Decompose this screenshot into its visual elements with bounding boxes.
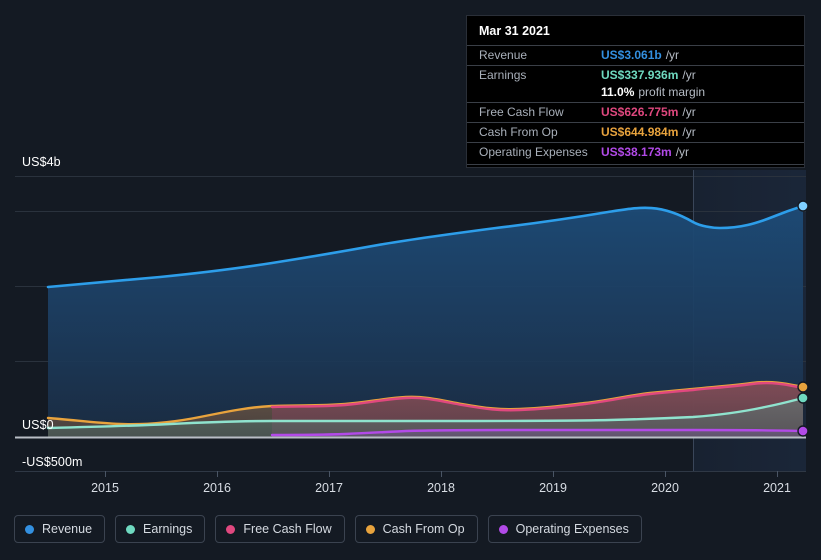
earnings-color-dot-icon <box>126 524 136 534</box>
free-cash-flow-color-dot-icon <box>226 524 236 534</box>
chart-tooltip: Mar 31 2021 Revenue US$3.061b /yr Earnin… <box>466 15 805 168</box>
operating-expenses-color-dot-icon <box>498 524 508 534</box>
legend-item-cash-from-op[interactable]: Cash From Op <box>354 515 478 543</box>
revenue-endpoint-marker <box>797 200 809 212</box>
legend-item-free-cash-flow[interactable]: Free Cash Flow <box>215 515 345 543</box>
legend-label-cash-from-op: Cash From Op <box>382 522 465 536</box>
x-tick-label-2020: 2020 <box>651 481 679 495</box>
tooltip-row-operating-expenses: Operating Expenses US$38.173m /yr <box>467 142 804 162</box>
tooltip-unit-revenue: /yr <box>665 48 680 62</box>
operating-expenses-endpoint-marker <box>797 425 809 437</box>
x-tick-label-2018: 2018 <box>427 481 455 495</box>
legend-label-operating-expenses: Operating Expenses <box>515 522 629 536</box>
revenue-color-dot-icon <box>25 524 34 534</box>
tooltip-label-free-cash-flow: Free Cash Flow <box>479 105 564 119</box>
legend-item-operating-expenses[interactable]: Operating Expenses <box>487 515 642 543</box>
tooltip-label-earnings: Earnings <box>479 68 527 82</box>
tooltip-row-earnings: Earnings US$337.936m /yr <box>467 65 804 85</box>
tooltip-value-free-cash-flow: US$626.775m <box>601 105 679 119</box>
cash-from-op-color-dot-icon <box>365 524 375 534</box>
tooltip-footer-divider <box>467 164 804 165</box>
tooltip-label-operating-expenses: Operating Expenses <box>479 145 588 159</box>
legend-label-earnings: Earnings <box>143 522 193 536</box>
tooltip-unit-earnings: /yr <box>682 68 696 82</box>
tooltip-date: Mar 31 2021 <box>479 24 550 38</box>
financial-chart: US$4b US$0 -US$500m 2015 2016 2017 2018 … <box>0 0 821 560</box>
x-tick-label-2015: 2015 <box>91 481 119 495</box>
tooltip-label-cash-from-op: Cash From Op <box>479 125 558 139</box>
x-tick-label-2017: 2017 <box>315 481 343 495</box>
tooltip-row-profit-margin: 11.0% profit margin <box>467 85 804 102</box>
x-tick-label-2021: 2021 <box>763 481 791 495</box>
tooltip-value-cash-from-op: US$644.984m <box>601 125 679 139</box>
tooltip-value-revenue: US$3.061b <box>601 48 662 62</box>
x-tick-label-2016: 2016 <box>203 481 231 495</box>
chart-legend: Revenue Earnings Free Cash Flow Cash Fro… <box>14 515 642 543</box>
earnings-endpoint-marker <box>797 392 809 404</box>
tooltip-row-cash-from-op: Cash From Op US$644.984m /yr <box>467 122 804 142</box>
x-tick-label-2019: 2019 <box>539 481 567 495</box>
legend-item-revenue[interactable]: Revenue <box>14 515 106 543</box>
tooltip-unit-cash-from-op: /yr <box>682 125 696 139</box>
tooltip-unit-free-cash-flow: /yr <box>682 105 696 119</box>
tooltip-row-revenue: Revenue US$3.061b /yr <box>467 45 804 65</box>
tooltip-value-operating-expenses: US$38.173m <box>601 145 672 159</box>
legend-label-revenue: Revenue <box>42 522 93 536</box>
tooltip-unit-operating-expenses: /yr <box>675 145 690 159</box>
tooltip-unit-profit-margin: profit margin <box>638 85 706 99</box>
tooltip-label-revenue: Revenue <box>479 48 528 62</box>
tooltip-value-profit-margin: 11.0% <box>601 85 635 99</box>
legend-item-earnings[interactable]: Earnings <box>115 515 206 543</box>
tooltip-row-free-cash-flow: Free Cash Flow US$626.775m /yr <box>467 102 804 122</box>
tooltip-value-earnings: US$337.936m <box>601 68 679 82</box>
cash-from-op-endpoint-marker <box>797 381 809 393</box>
legend-label-free-cash-flow: Free Cash Flow <box>243 522 332 536</box>
